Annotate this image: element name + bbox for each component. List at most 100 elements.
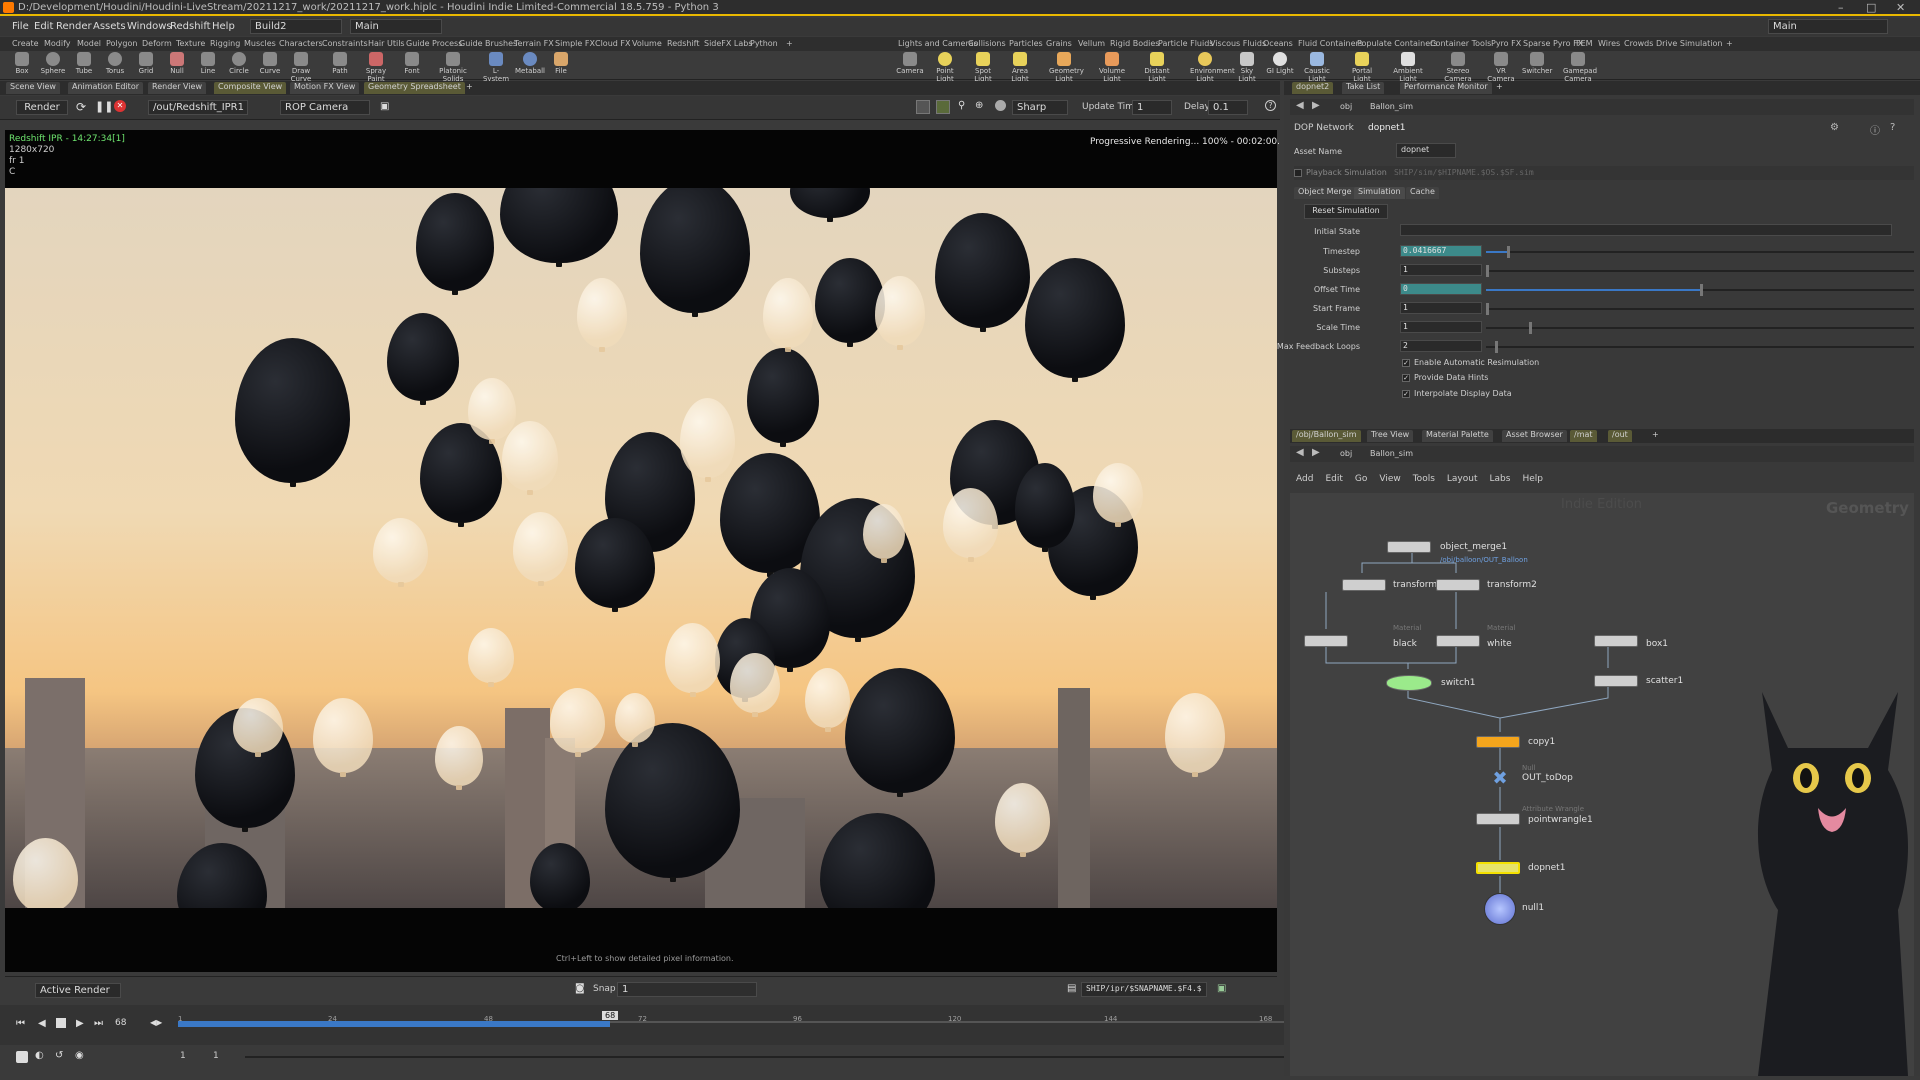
snapshot-camera-icon[interactable]: ◙ — [575, 983, 585, 994]
interpolate-display-checkbox[interactable]: ✓ Interpolate Display Data — [1402, 389, 1512, 398]
add-tab-button[interactable]: + — [1492, 82, 1507, 94]
slider-knob[interactable] — [1486, 303, 1489, 315]
menu-windows[interactable]: Windows — [127, 21, 172, 32]
tab-cache[interactable]: Cache — [1406, 187, 1439, 199]
tool-line[interactable]: Line — [193, 52, 223, 75]
tool-curve[interactable]: Curve — [255, 52, 285, 75]
shelf-tab[interactable]: Polygon — [106, 39, 137, 48]
tab-performance-monitor[interactable]: Performance Monitor — [1400, 82, 1492, 94]
tab-object-merge[interactable]: Object Merge — [1294, 187, 1356, 199]
param-value-field[interactable]: 1 — [1400, 264, 1482, 276]
tool-switcher[interactable]: Switcher — [1522, 52, 1552, 75]
tool-environment-light[interactable]: Environment Light — [1190, 52, 1235, 83]
shelf-tab[interactable]: Particle Fluids — [1158, 39, 1213, 48]
node-dopnet1[interactable] — [1476, 862, 1520, 874]
realtime-icon[interactable] — [16, 1051, 28, 1063]
param-slider[interactable] — [1486, 341, 1914, 353]
zoom-icon[interactable]: ⊕ — [975, 100, 983, 111]
tab-asset-browser[interactable]: Asset Browser — [1502, 430, 1567, 442]
slider-knob[interactable] — [1528, 322, 1532, 334]
help-icon[interactable]: ? — [1265, 100, 1276, 111]
tab-ballon-sim[interactable]: /obj/Ballon_sim — [1292, 430, 1361, 442]
add-tab-button[interactable]: + — [462, 82, 477, 94]
pause-icon[interactable]: ❚❚ — [95, 100, 113, 113]
tool-platonic-solids[interactable]: Platonic Solids — [438, 52, 468, 83]
tool-vr-camera[interactable]: VR Camera — [1486, 52, 1516, 83]
shelf-tab[interactable]: Collisions — [968, 39, 1006, 48]
tool-circle[interactable]: Circle — [224, 52, 254, 75]
tab-material-palette[interactable]: Material Palette — [1422, 430, 1493, 442]
sphere-preview-icon[interactable] — [995, 100, 1006, 111]
play-reverse-icon[interactable]: ◀ — [38, 1018, 46, 1029]
tab-geometry-spreadsheet[interactable]: Geometry Spreadsheet — [364, 82, 465, 94]
slider-knob[interactable] — [1507, 246, 1511, 258]
node-switch1[interactable] — [1386, 675, 1432, 691]
go-end-icon[interactable]: ⏭ — [94, 1018, 103, 1029]
pin-icon[interactable]: ⚲ — [958, 100, 965, 111]
tool-camera[interactable]: Camera — [895, 52, 925, 75]
tab-scene-view[interactable]: Scene View — [6, 82, 60, 94]
camera-select[interactable]: ROP Camera — [280, 100, 370, 115]
update-time-input[interactable]: 1 — [1132, 100, 1172, 115]
loop-icon[interactable]: ↺ — [55, 1050, 63, 1061]
tool-spot-light[interactable]: Spot Light — [968, 52, 998, 83]
auto-resim-checkbox[interactable]: ✓ Enable Automatic Resimulation — [1402, 358, 1539, 367]
node-name-field[interactable]: dopnet1 — [1368, 123, 1405, 133]
tool-gamepad-camera[interactable]: Gamepad Camera — [1563, 52, 1597, 83]
desktop-select[interactable]: Build2 — [250, 19, 342, 34]
shelf-tab[interactable]: Fluid Containers — [1298, 39, 1363, 48]
range-start[interactable]: 1 — [180, 1051, 186, 1061]
net-path-node[interactable]: Ballon_sim — [1370, 449, 1413, 458]
tool-volume-light[interactable]: Volume Light — [1097, 52, 1127, 83]
tab-animation-editor[interactable]: Animation Editor — [68, 82, 144, 94]
minimize-icon[interactable]: – — [1838, 1, 1844, 14]
shelf-tab[interactable]: Wires — [1598, 39, 1620, 48]
shelf-tab[interactable]: Viscous Fluids — [1210, 39, 1266, 48]
tool-grid[interactable]: Grid — [131, 52, 161, 75]
param-value-field[interactable]: 0 — [1400, 283, 1482, 295]
shelf-tab[interactable]: Crowds — [1624, 39, 1653, 48]
shelf-tab[interactable]: Sparse Pyro FX — [1523, 39, 1583, 48]
right-desktop-select[interactable]: Main — [1768, 19, 1888, 34]
shelf-tab[interactable]: Texture — [176, 39, 205, 48]
shelf-tab[interactable]: Characters — [279, 39, 323, 48]
lock-view-icon[interactable] — [936, 100, 950, 114]
shelf-tab[interactable]: Lights and Cameras — [898, 39, 978, 48]
close-icon[interactable]: ✕ — [1896, 1, 1905, 14]
node-box1[interactable] — [1594, 635, 1638, 647]
play-icon[interactable]: ▶ — [76, 1018, 84, 1029]
tab-take-list[interactable]: Take List — [1342, 82, 1385, 94]
node-transform[interactable] — [1342, 579, 1386, 591]
active-render-select[interactable]: Active Render — [35, 983, 121, 998]
tool-sphere[interactable]: Sphere — [38, 52, 68, 75]
slider-knob[interactable] — [1494, 341, 1498, 353]
tool-area-light[interactable]: Area Light — [1005, 52, 1035, 83]
tool-caustic-light[interactable]: Caustic Light — [1302, 52, 1332, 83]
shelf-tab[interactable]: Guide Brushes — [459, 39, 517, 48]
net-menu-tools[interactable]: Tools — [1413, 474, 1435, 484]
param-help-icon[interactable]: ? — [1890, 122, 1895, 133]
tool-null[interactable]: Null — [162, 52, 192, 75]
menu-file[interactable]: File — [12, 21, 29, 32]
slider-knob[interactable] — [1486, 265, 1489, 277]
shelf-tab[interactable]: FEM — [1576, 39, 1593, 48]
param-value-field[interactable]: 2 — [1400, 340, 1482, 352]
stop-render-icon[interactable]: ✕ — [114, 100, 126, 112]
node-black[interactable] — [1304, 635, 1348, 647]
gear-icon[interactable]: ⚙ — [1830, 122, 1839, 133]
snapshot-path-input[interactable]: SHIP/ipr/$SNAPNAME.$F4.$ — [1081, 982, 1207, 997]
node-white[interactable] — [1436, 635, 1480, 647]
tool-gi-light[interactable]: GI Light — [1265, 52, 1295, 75]
frame-field[interactable]: 68 — [115, 1018, 126, 1028]
disk-icon[interactable]: ▤ — [1067, 983, 1076, 994]
rop-path-select[interactable]: /out/Redshift_IPR1 — [148, 100, 248, 115]
shelf-tab[interactable]: SideFX Labs — [704, 39, 753, 48]
tool-sky-light[interactable]: Sky Light — [1232, 52, 1262, 83]
refresh-icon[interactable]: ⟳ — [76, 100, 86, 114]
shelf-tab[interactable]: Constraints — [322, 39, 368, 48]
shelf-tab[interactable]: Create — [12, 39, 39, 48]
tool-distant-light[interactable]: Distant Light — [1142, 52, 1172, 83]
tool-torus[interactable]: Torus — [100, 52, 130, 75]
shelf-tab[interactable]: Rigging — [210, 39, 240, 48]
shelf-tab[interactable]: Model — [77, 39, 101, 48]
